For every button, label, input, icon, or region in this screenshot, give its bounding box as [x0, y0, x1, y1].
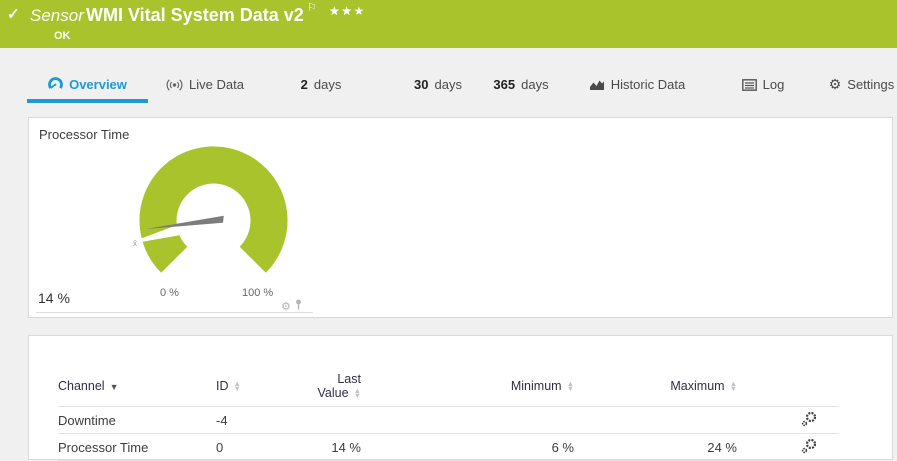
tab-number: 365	[493, 77, 516, 92]
tab-live-data[interactable]: Live Data	[160, 70, 250, 99]
channel-table-panel: Channel ▼ ID ▲ ▼ Last Value ▲ ▼ Minimum ▲ ▼ Max…	[28, 335, 893, 461]
tab-label: Log	[762, 77, 785, 92]
tab-label: Overview	[69, 77, 127, 92]
column-label: Minimum	[510, 379, 562, 393]
tab-label: Live Data	[189, 77, 244, 92]
column-header-last-value[interactable]: Last Value ▲ ▼	[306, 372, 361, 407]
object-kind-label: Sensor	[30, 6, 84, 25]
gauge-panel: Processor Time x̄ 0 % 100 % 14 % ⚙	[28, 117, 893, 318]
tab-label: days	[521, 77, 549, 92]
sensor-title: WMI Vital System Data v2	[86, 5, 304, 25]
tab-settings[interactable]: ⚙ Settings	[826, 70, 897, 99]
tab-label: Settings	[847, 77, 895, 92]
cell-id: 0	[216, 433, 306, 461]
cell-id: -4	[216, 406, 306, 434]
tab-number: 30	[414, 77, 429, 92]
tab-label: days	[434, 77, 462, 92]
sort-icon: ▲ ▼	[233, 379, 241, 393]
cell-last-value: 14 %	[306, 433, 361, 461]
cell-last-value	[306, 406, 361, 434]
column-header-minimum[interactable]: Minimum ▲ ▼	[361, 372, 574, 407]
sort-icon: ▲ ▼	[566, 379, 574, 393]
column-label: ID	[216, 379, 229, 393]
table-row: Downtime -4	[58, 406, 839, 434]
gauge-last-value: 14 %	[38, 290, 70, 306]
status-badge: OK	[54, 30, 71, 42]
column-label: Channel	[58, 379, 105, 393]
gauge-settings-gear-icon[interactable]: ⚙	[281, 300, 291, 313]
sort-icon: ▲ ▼	[729, 379, 737, 393]
tab-log[interactable]: Log	[737, 70, 789, 99]
column-label: Maximum	[670, 379, 725, 393]
gauge-baseline	[36, 312, 313, 313]
gauge-title: Processor Time	[39, 127, 130, 142]
processor-time-gauge: x̄	[133, 146, 288, 273]
cell-minimum	[361, 406, 574, 434]
area-chart-icon	[589, 78, 605, 91]
tab-label: Historic Data	[610, 77, 686, 92]
tab-365-days[interactable]: 365 days	[485, 70, 557, 99]
gauge-scale-min: 0 %	[160, 287, 179, 299]
gauge-average-marker: x̄	[133, 239, 137, 248]
tab-number: 2	[300, 77, 308, 92]
status-ok-check-icon: ✓	[7, 6, 20, 23]
table-header-row: Channel ▼ ID ▲ ▼ Last Value ▲ ▼ Minimum ▲ ▼ Max…	[58, 372, 839, 407]
tab-bar: Overview Live Data 2 days 30 days 365 da…	[0, 48, 897, 117]
tab-30-days[interactable]: 30 days	[404, 70, 472, 99]
column-header-maximum[interactable]: Maximum ▲ ▼	[574, 372, 737, 407]
channel-settings-icon[interactable]	[801, 411, 817, 430]
channel-table: Channel ▼ ID ▲ ▼ Last Value ▲ ▼ Minimum ▲ ▼ Max…	[58, 372, 839, 461]
gauge-scale-max: 100 %	[242, 287, 274, 299]
tab-overview[interactable]: Overview	[27, 70, 148, 103]
column-header-actions	[737, 372, 839, 407]
cell-minimum: 6 %	[361, 433, 574, 461]
sensor-header: ✓ Sensor WMI Vital System Data v2 ⚐ ★★★ ☆…	[0, 0, 897, 48]
cell-channel: Downtime	[58, 406, 216, 434]
flag-icon[interactable]: ⚐	[307, 1, 317, 14]
gauge-icon	[48, 77, 63, 92]
column-header-channel[interactable]: Channel ▼	[58, 372, 216, 407]
sort-descending-icon: ▼	[109, 381, 119, 392]
list-icon	[741, 78, 757, 91]
cell-maximum: 24 %	[574, 433, 737, 461]
tab-label: days	[313, 77, 342, 92]
gear-icon: ⚙	[828, 76, 842, 92]
cell-maximum	[574, 406, 737, 434]
stars-empty[interactable]: ☆☆	[329, 4, 354, 18]
broadcast-icon	[166, 78, 183, 92]
sort-icon: ▲ ▼	[353, 386, 361, 400]
column-header-id[interactable]: ID ▲ ▼	[216, 372, 306, 407]
table-row: Processor Time 0 14 % 6 % 24 %	[58, 433, 839, 461]
cell-channel: Processor Time	[58, 433, 216, 461]
tab-historic-data[interactable]: Historic Data	[588, 70, 686, 99]
tab-2-days[interactable]: 2 days	[293, 70, 349, 99]
